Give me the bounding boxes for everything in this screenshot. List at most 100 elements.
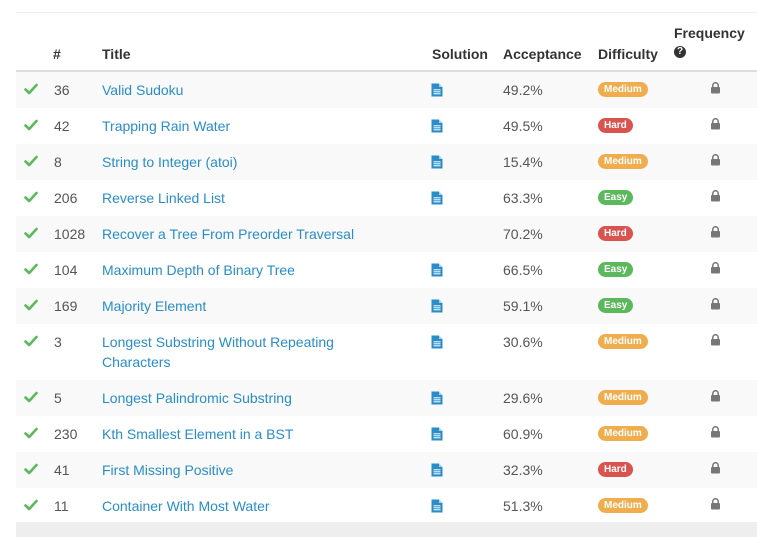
solution-file-icon[interactable] [431, 191, 443, 205]
difficulty-badge: Medium [598, 426, 648, 441]
solution-file-icon[interactable] [431, 499, 443, 513]
problem-number: 1028 [54, 226, 86, 242]
check-icon [24, 227, 38, 239]
difficulty-badge: Medium [598, 154, 648, 169]
difficulty-badge: Hard [598, 462, 633, 477]
check-icon [24, 335, 38, 347]
difficulty-badge: Medium [598, 82, 648, 97]
problem-title-link[interactable]: Recover a Tree From Preorder Traversal [102, 224, 362, 244]
column-header-solution[interactable]: Solution [432, 46, 488, 62]
problem-title-link[interactable]: First Missing Positive [102, 460, 362, 480]
table-row: 3 Longest Substring Without Repeating Cha… [16, 324, 757, 380]
table-row: 11 Container With Most Water 51.3% Medium [16, 488, 757, 524]
solution-file-icon[interactable] [431, 427, 443, 441]
lock-icon[interactable] [710, 226, 721, 238]
problem-title-link[interactable]: String to Integer (atoi) [102, 152, 362, 172]
check-icon [24, 299, 38, 311]
acceptance-rate: 15.4% [503, 154, 543, 170]
acceptance-rate: 66.5% [503, 262, 543, 278]
table-row: 42 Trapping Rain Water 49.5% Hard [16, 108, 757, 144]
lock-icon[interactable] [710, 298, 721, 310]
table-row: 104 Maximum Depth of Binary Tree 66.5% Easy [16, 252, 757, 288]
problem-title-link[interactable]: Container With Most Water [102, 496, 362, 516]
column-header-difficulty[interactable]: Difficulty [598, 46, 658, 62]
problem-title-link[interactable]: Longest Substring Without Repeating Char… [102, 332, 362, 372]
lock-icon[interactable] [710, 154, 721, 166]
table-row: 169 Majority Element 59.1% Easy [16, 288, 757, 324]
problem-title-link[interactable]: Valid Sudoku [102, 80, 362, 100]
check-icon [24, 83, 38, 95]
problem-number: 169 [54, 298, 78, 314]
check-icon [24, 119, 38, 131]
table-body: 36 Valid Sudoku 49.2% Medium 42 Trapping Rain… [16, 72, 757, 524]
difficulty-badge: Medium [598, 390, 648, 405]
acceptance-rate: 49.5% [503, 118, 543, 134]
difficulty-badge: Medium [598, 498, 648, 513]
acceptance-rate: 59.1% [503, 298, 543, 314]
difficulty-badge: Easy [598, 298, 634, 313]
solution-file-icon[interactable] [431, 83, 443, 97]
solution-file-icon[interactable] [431, 299, 443, 313]
problem-number: 104 [54, 262, 78, 278]
solution-file-icon[interactable] [431, 463, 443, 477]
problem-number: 8 [54, 154, 62, 170]
solution-file-icon[interactable] [431, 119, 443, 133]
solution-file-icon[interactable] [431, 155, 443, 169]
check-icon [24, 263, 38, 275]
problem-title-link[interactable]: Maximum Depth of Binary Tree [102, 260, 362, 280]
acceptance-rate: 63.3% [503, 190, 543, 206]
table-row: 8 String to Integer (atoi) 15.4% Medium [16, 144, 757, 180]
problem-title-link[interactable]: Kth Smallest Element in a BST [102, 424, 362, 444]
table-row: 206 Reverse Linked List 63.3% Easy [16, 180, 757, 216]
table-row: 41 First Missing Positive 32.3% Hard [16, 452, 757, 488]
column-header-frequency[interactable]: Frequency [674, 25, 745, 41]
acceptance-rate: 29.6% [503, 390, 543, 406]
table-row: 5 Longest Palindromic Substring 29.6% Mediu… [16, 380, 757, 416]
acceptance-rate: 70.2% [503, 226, 543, 242]
acceptance-rate: 49.2% [503, 82, 543, 98]
lock-icon[interactable] [710, 426, 721, 438]
difficulty-badge: Easy [598, 262, 634, 277]
acceptance-rate: 51.3% [503, 498, 543, 514]
problem-number: 230 [54, 426, 78, 442]
problem-title-link[interactable]: Longest Palindromic Substring [102, 388, 362, 408]
lock-icon[interactable] [710, 462, 721, 474]
solution-file-icon[interactable] [431, 263, 443, 277]
check-icon [24, 499, 38, 511]
difficulty-badge: Hard [598, 226, 633, 241]
lock-icon[interactable] [710, 190, 721, 202]
difficulty-badge: Easy [598, 190, 634, 205]
table-header: # Title Solution Acceptance Difficulty F… [16, 13, 757, 72]
solution-file-icon[interactable] [431, 335, 443, 349]
problem-number: 3 [54, 334, 62, 350]
table-row: 1028 Recover a Tree From Preorder Travers… [16, 216, 757, 252]
table-row: 230 Kth Smallest Element in a BST 60.9% Med… [16, 416, 757, 452]
acceptance-rate: 60.9% [503, 426, 543, 442]
lock-icon[interactable] [710, 390, 721, 402]
check-icon [24, 155, 38, 167]
difficulty-badge: Hard [598, 118, 633, 133]
lock-icon[interactable] [710, 118, 721, 130]
check-icon [24, 191, 38, 203]
solution-file-icon[interactable] [431, 391, 443, 405]
question-circle-icon[interactable]: ? [674, 46, 686, 58]
lock-icon[interactable] [710, 82, 721, 94]
problem-number: 206 [54, 190, 78, 206]
column-header-number[interactable]: # [53, 46, 61, 62]
column-header-title[interactable]: Title [102, 46, 131, 62]
problem-number: 41 [54, 462, 70, 478]
lock-icon[interactable] [710, 334, 721, 346]
problem-title-link[interactable]: Trapping Rain Water [102, 116, 362, 136]
check-icon [24, 463, 38, 475]
problem-number: 11 [54, 498, 69, 514]
problems-table: # Title Solution Acceptance Difficulty F… [16, 12, 757, 524]
problem-number: 5 [54, 390, 62, 406]
column-header-acceptance[interactable]: Acceptance [503, 46, 582, 62]
lock-icon[interactable] [710, 498, 721, 510]
problem-number: 36 [54, 82, 70, 98]
problem-title-link[interactable]: Majority Element [102, 296, 362, 316]
check-icon [24, 427, 38, 439]
table-row: 36 Valid Sudoku 49.2% Medium [16, 72, 757, 108]
problem-title-link[interactable]: Reverse Linked List [102, 188, 362, 208]
lock-icon[interactable] [710, 262, 721, 274]
